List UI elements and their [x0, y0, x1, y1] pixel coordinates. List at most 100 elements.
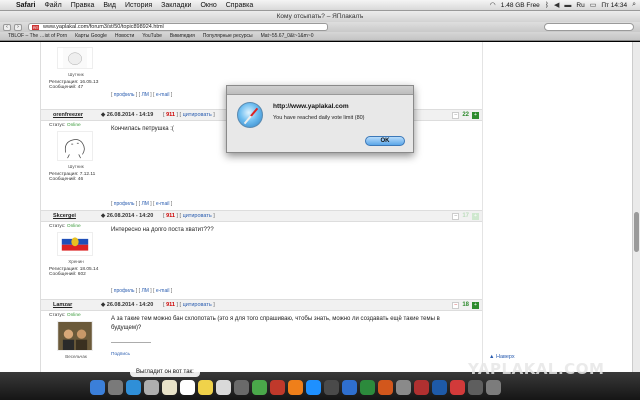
avatar-caption: Шутник [68, 164, 84, 169]
vote-box: – 17 + [452, 212, 483, 220]
finder-icon[interactable] [90, 379, 105, 395]
bookmark-item[interactable]: Популярные ресурсы [203, 33, 253, 39]
quote-link[interactable]: цитировать [183, 112, 212, 118]
post-id-link[interactable]: 911 [166, 213, 175, 219]
alert-message: You have reached daily vote limit (80) [273, 115, 365, 121]
menu-window[interactable]: Окно [200, 2, 216, 9]
bookmark-item[interactable]: Mat~55.67_0&t~1&m~0 [261, 33, 314, 39]
vlc-icon[interactable] [288, 379, 303, 395]
word-icon[interactable] [342, 379, 357, 395]
spotlight-icon[interactable]: ⌕ [632, 1, 636, 9]
vote-minus-button[interactable]: – [452, 301, 460, 309]
vote-count: 17 [462, 213, 469, 219]
vote-plus-button[interactable]: + [472, 301, 479, 309]
browser-toolbar: ‹ › ЯП www.yaplakal.com/forum3/st/50/top… [0, 22, 640, 32]
facetime-icon[interactable] [252, 379, 267, 395]
app-icon[interactable] [450, 379, 465, 395]
quote-link[interactable]: цитировать [183, 302, 212, 308]
profile-link[interactable]: профиль [114, 92, 135, 98]
preferences-icon[interactable] [396, 379, 411, 395]
address-bar[interactable]: ЯП www.yaplakal.com/forum3/st/50/topic89… [28, 23, 328, 31]
contacts-icon[interactable] [162, 379, 177, 395]
bookmark-item[interactable]: Карты Google [75, 33, 107, 39]
downloads-stack-icon[interactable] [468, 379, 483, 395]
disk-free-label[interactable]: 1.48 GB Free [501, 2, 540, 9]
launchpad-icon[interactable] [108, 379, 123, 395]
email-link[interactable]: e-mail [156, 92, 170, 98]
mail-icon[interactable] [144, 379, 159, 395]
menu-safari[interactable]: Safari [16, 2, 35, 9]
signature-separator: -------------------- [111, 340, 151, 346]
volume-icon[interactable]: ◀ [554, 1, 559, 9]
back-button[interactable]: ‹ [3, 23, 11, 31]
skype-icon[interactable] [306, 379, 321, 395]
language-label[interactable]: Ru [576, 2, 584, 9]
pm-link[interactable]: ЛМ [141, 201, 148, 207]
profile-link[interactable]: профиль [114, 288, 135, 294]
post-date: ◆ 26.08.2014 - 14:19 [101, 112, 163, 118]
post-author-panel: Статус: Online Шутник Регистрация: 7.12.… [49, 123, 103, 182]
clock-label[interactable]: Пт 14:34 [601, 2, 627, 9]
flag-icon[interactable]: ▬ [564, 2, 571, 9]
menu-bookmarks[interactable]: Закладки [161, 2, 191, 9]
photos-icon[interactable] [234, 379, 249, 395]
post-author-panel: Шутник Регистрация: 16.05.13 Сообщений: … [49, 44, 103, 90]
status-label: Статус: [49, 313, 66, 318]
messages-count: Сообщений: 46 [49, 177, 84, 182]
favicon-icon: ЯП [32, 25, 39, 30]
post-id-link[interactable]: 911 [166, 302, 175, 308]
alert-title: http://www.yaplakal.com [273, 103, 349, 110]
menu-bar: Safari Файл Правка Вид История Закладки … [0, 0, 640, 11]
menu-view[interactable]: Вид [103, 2, 116, 9]
vote-plus-button[interactable]: + [472, 212, 479, 220]
search-input[interactable] [544, 23, 634, 31]
online-status: Online [66, 313, 81, 318]
notes-icon[interactable] [198, 379, 213, 395]
quote-link[interactable]: цитировать [183, 213, 212, 219]
powerpoint-icon[interactable] [378, 379, 393, 395]
flash-icon[interactable] [414, 379, 429, 395]
url-text: www.yaplakal.com/forum3/st/50/topic89892… [43, 24, 164, 30]
menu-help[interactable]: Справка [226, 2, 253, 9]
terminal-icon[interactable] [324, 379, 339, 395]
ok-button[interactable]: OK [365, 136, 405, 146]
online-status: Online [66, 224, 81, 229]
safari-icon[interactable] [126, 379, 141, 395]
pm-link[interactable]: ЛМ [141, 288, 148, 294]
bookmark-item[interactable]: Википедия [170, 33, 195, 39]
forward-button[interactable]: › [14, 23, 22, 31]
profile-link[interactable]: профиль [114, 201, 135, 207]
pdf-icon[interactable] [270, 379, 285, 395]
post-date-text: 26.08.2014 - 14:20 [106, 213, 154, 219]
photoshop-icon[interactable] [432, 379, 447, 395]
post-username[interactable]: Skcergei [41, 213, 101, 219]
signature-link[interactable]: Подпись [111, 350, 471, 359]
vote-minus-button[interactable]: – [452, 111, 460, 119]
bookmark-item[interactable]: TBLOF – The …ist of Porn [8, 33, 67, 39]
reminders-icon[interactable] [216, 379, 231, 395]
calendar-app-icon[interactable] [180, 379, 195, 395]
bluetooth-icon[interactable]: ᛒ [545, 2, 549, 9]
trash-icon[interactable] [486, 379, 501, 395]
scrollbar-thumb[interactable] [634, 212, 639, 252]
dock-tooltip: Выгладит он вот так: [130, 368, 200, 377]
email-link[interactable]: e-mail [156, 201, 170, 207]
post-id-link[interactable]: 911 [166, 112, 175, 118]
email-link[interactable]: e-mail [156, 288, 170, 294]
wifi-icon[interactable]: ◠ [490, 1, 496, 9]
pm-link[interactable]: ЛМ [141, 92, 148, 98]
menu-file[interactable]: Файл [44, 2, 61, 9]
battery-icon[interactable]: ▭ [590, 1, 597, 9]
excel-icon[interactable] [360, 379, 375, 395]
post-header: Skcergei ◆ 26.08.2014 - 14:20 [ 911 ] [ … [41, 210, 483, 222]
menu-history[interactable]: История [125, 2, 152, 9]
bookmark-item[interactable]: Новости [115, 33, 134, 39]
vote-plus-button[interactable]: + [472, 111, 479, 119]
page-scrollbar[interactable] [632, 42, 640, 372]
vote-minus-button[interactable]: – [452, 212, 460, 220]
avatar [57, 232, 93, 256]
post-username[interactable]: Lamzar [41, 302, 101, 308]
post-username[interactable]: orenfreezer [41, 112, 101, 118]
bookmark-item[interactable]: YouTube [142, 33, 162, 39]
menu-edit[interactable]: Правка [71, 2, 95, 9]
